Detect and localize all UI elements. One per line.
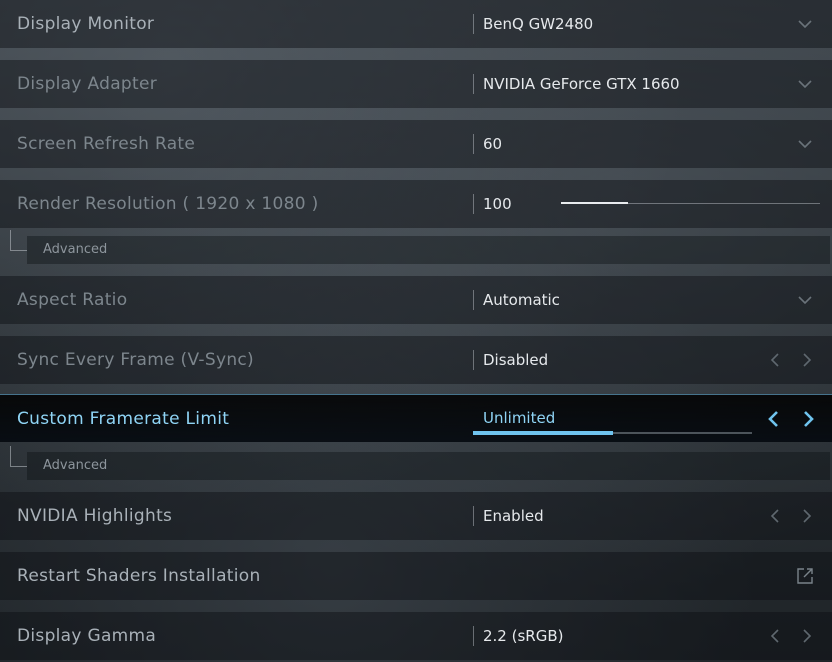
chevron-right-icon[interactable] bbox=[800, 350, 814, 370]
setting-vsync[interactable]: Sync Every Frame (V-Sync) Disabled bbox=[0, 336, 832, 384]
setting-value: Enabled bbox=[483, 507, 544, 525]
setting-value: 100 bbox=[483, 195, 512, 213]
chevron-down-icon[interactable] bbox=[798, 293, 812, 307]
divider bbox=[473, 626, 474, 646]
chevron-down-icon[interactable] bbox=[798, 137, 812, 151]
setting-label: Display Gamma bbox=[17, 626, 157, 646]
setting-refresh-rate[interactable]: Screen Refresh Rate 60 bbox=[0, 120, 832, 168]
sub-band bbox=[27, 452, 830, 480]
divider bbox=[473, 194, 474, 214]
setting-display-adapter[interactable]: Display Adapter NVIDIA GeForce GTX 1660 bbox=[0, 60, 832, 108]
setting-label: Aspect Ratio bbox=[17, 290, 128, 310]
divider bbox=[473, 506, 474, 526]
chevron-down-icon[interactable] bbox=[798, 17, 812, 31]
setting-value: 60 bbox=[483, 135, 503, 153]
render-resolution-slider[interactable] bbox=[561, 202, 820, 204]
chevron-left-icon[interactable] bbox=[768, 506, 782, 526]
setting-framerate-limit[interactable]: Custom Framerate Limit Unlimited bbox=[0, 394, 832, 442]
setting-value: Disabled bbox=[483, 351, 549, 369]
setting-display-monitor[interactable]: Display Monitor BenQ GW2480 bbox=[0, 0, 832, 48]
setting-label: Custom Framerate Limit bbox=[17, 409, 230, 429]
chevron-left-icon[interactable] bbox=[768, 626, 782, 646]
render-advanced-row[interactable]: Advanced bbox=[0, 230, 832, 264]
setting-label: Sync Every Frame (V-Sync) bbox=[17, 350, 254, 370]
cycle-arrows bbox=[768, 506, 814, 526]
divider bbox=[473, 350, 474, 370]
advanced-label: Advanced bbox=[43, 242, 108, 257]
tree-elbow bbox=[10, 446, 27, 467]
chevron-right-icon[interactable] bbox=[802, 409, 816, 429]
cycle-arrows bbox=[766, 409, 816, 429]
setting-label: Display Adapter bbox=[17, 74, 158, 94]
chevron-left-icon[interactable] bbox=[766, 409, 780, 429]
divider bbox=[473, 134, 474, 154]
slider-fill bbox=[561, 202, 629, 204]
setting-value: NVIDIA GeForce GTX 1660 bbox=[483, 75, 680, 93]
divider bbox=[473, 74, 474, 94]
setting-display-gamma[interactable]: Display Gamma 2.2 (sRGB) bbox=[0, 612, 832, 660]
setting-render-resolution[interactable]: Render Resolution ( 1920 x 1080 ) 100 bbox=[0, 180, 832, 228]
setting-value: BenQ GW2480 bbox=[483, 15, 594, 33]
setting-label: Render Resolution ( 1920 x 1080 ) bbox=[17, 194, 319, 214]
setting-label: Restart Shaders Installation bbox=[17, 566, 261, 586]
setting-restart-shaders[interactable]: Restart Shaders Installation bbox=[0, 552, 832, 600]
divider bbox=[473, 290, 474, 310]
cycle-arrows bbox=[768, 350, 814, 370]
chevron-right-icon[interactable] bbox=[800, 506, 814, 526]
divider bbox=[473, 14, 474, 34]
chevron-down-icon[interactable] bbox=[798, 77, 812, 91]
setting-value: 2.2 (sRGB) bbox=[483, 627, 564, 645]
setting-label: Display Monitor bbox=[17, 14, 155, 34]
external-link-icon[interactable] bbox=[796, 567, 814, 585]
framerate-advanced-row[interactable]: Advanced bbox=[0, 446, 832, 480]
setting-label: NVIDIA Highlights bbox=[17, 506, 173, 526]
chevron-right-icon[interactable] bbox=[800, 626, 814, 646]
setting-aspect-ratio[interactable]: Aspect Ratio Automatic bbox=[0, 276, 832, 324]
setting-label: Screen Refresh Rate bbox=[17, 134, 196, 154]
cycle-arrows bbox=[768, 626, 814, 646]
tree-elbow bbox=[10, 230, 27, 251]
graphics-settings-panel: Display Monitor BenQ GW2480 Display Adap… bbox=[0, 0, 832, 662]
sub-band bbox=[27, 236, 830, 264]
framerate-value-bar bbox=[473, 431, 752, 435]
setting-value: Automatic bbox=[483, 291, 560, 309]
chevron-left-icon[interactable] bbox=[768, 350, 782, 370]
bar-fill bbox=[473, 431, 613, 435]
setting-nvidia-highlights[interactable]: NVIDIA Highlights Enabled bbox=[0, 492, 832, 540]
advanced-label: Advanced bbox=[43, 458, 108, 473]
